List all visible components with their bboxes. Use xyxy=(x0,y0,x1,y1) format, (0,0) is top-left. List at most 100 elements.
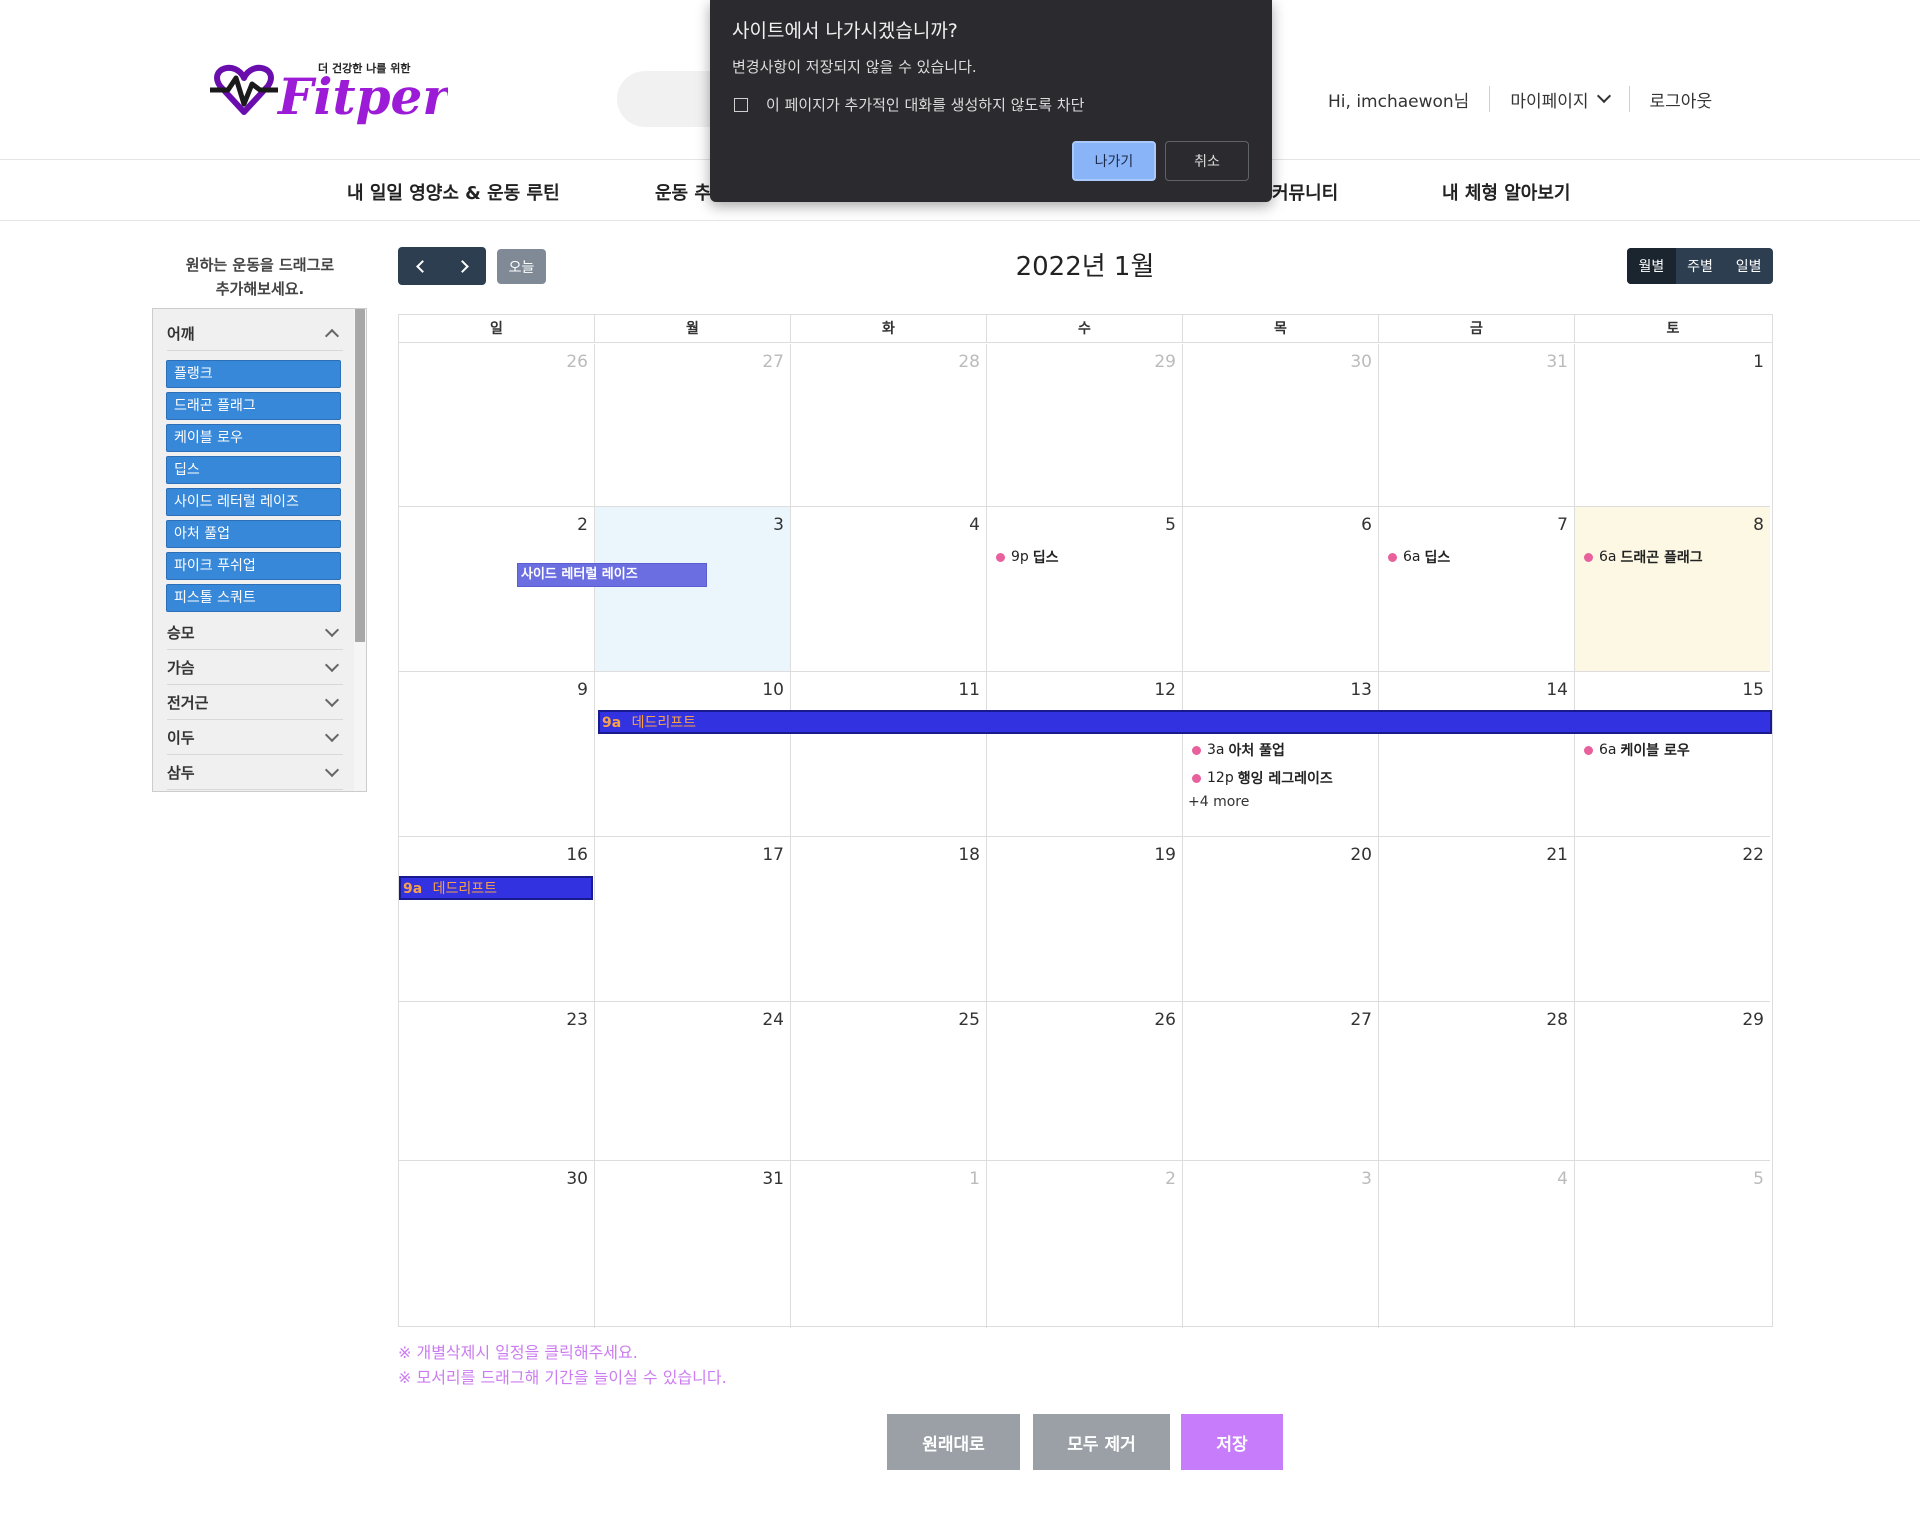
event-title: 드래곤 플래그 xyxy=(1620,550,1703,566)
calendar-day-cell[interactable]: 16 xyxy=(399,837,595,1002)
exercise-item[interactable]: 케이블 로우 xyxy=(166,424,341,452)
scrollbar-thumb[interactable] xyxy=(355,309,365,642)
day-number: 4 xyxy=(969,515,980,535)
calendar-day-cell[interactable]: 21 xyxy=(1379,837,1575,1002)
category-chest[interactable]: 가슴 xyxy=(167,651,343,685)
view-day-button[interactable]: 일별 xyxy=(1724,248,1773,284)
event-archer-pullup-13[interactable]: 3a 아처 풀업 xyxy=(1192,740,1285,760)
calendar-day-cell[interactable]: 22 xyxy=(1575,837,1770,1002)
nav-item-body-type[interactable]: 내 체형 알아보기 xyxy=(1442,179,1570,205)
calendar-day-cell[interactable]: 26 xyxy=(987,1002,1183,1161)
calendar-day-cell[interactable]: 6 xyxy=(1183,507,1379,672)
calendar-day-cell[interactable]: 31 xyxy=(1379,344,1575,507)
day-number: 6 xyxy=(1361,515,1372,535)
event-dragon-flag-8[interactable]: 6a 드래곤 플래그 xyxy=(1584,547,1703,567)
exercise-item[interactable]: 드래곤 플래그 xyxy=(166,392,341,420)
save-button[interactable]: 저장 xyxy=(1181,1414,1283,1470)
calendar-day-cell[interactable]: 12 xyxy=(987,672,1183,837)
nav-item-community[interactable]: 커뮤니티 xyxy=(1272,179,1338,205)
calendar-day-cell[interactable]: 4 xyxy=(1379,1161,1575,1328)
calendar-day-cell[interactable]: 8 xyxy=(1575,507,1770,672)
clear-all-button[interactable]: 모두 제거 xyxy=(1033,1414,1170,1470)
calendar-day-cell[interactable]: 19 xyxy=(987,837,1183,1002)
calendar-day-cell[interactable]: 4 xyxy=(791,507,987,672)
calendar-day-cell[interactable]: 24 xyxy=(595,1002,791,1161)
category-serratus[interactable]: 전거근 xyxy=(167,686,343,720)
calendar-day-cell[interactable]: 3 xyxy=(595,507,791,672)
event-time: 12p xyxy=(1207,770,1234,786)
calendar-day-cell[interactable]: 7 xyxy=(1379,507,1575,672)
checkbox-icon[interactable] xyxy=(734,97,748,112)
calendar-day-cell[interactable]: 2 xyxy=(987,1161,1183,1328)
calendar-day-cell[interactable]: 18 xyxy=(791,837,987,1002)
nav-item-daily-routine[interactable]: 내 일일 영양소 & 운동 루틴 xyxy=(347,179,560,205)
more-events-link[interactable]: +4 more xyxy=(1188,794,1249,810)
calendar-day-cell[interactable]: 25 xyxy=(791,1002,987,1161)
event-side-lateral-raise[interactable]: 사이드 레터럴 레이즈 xyxy=(517,563,707,587)
calendar-day-cell[interactable]: 26 xyxy=(399,344,595,507)
calendar-day-cell[interactable]: 17 xyxy=(595,837,791,1002)
category-triceps[interactable]: 삼두 xyxy=(167,756,343,790)
calendar-day-cell[interactable]: 14 xyxy=(1379,672,1575,837)
calendar-day-cell[interactable]: 31 xyxy=(595,1161,791,1328)
exercise-item[interactable]: 파이크 푸쉬업 xyxy=(166,552,341,580)
reset-button[interactable]: 원래대로 xyxy=(887,1414,1020,1470)
exercise-item[interactable]: 사이드 레터럴 레이즈 xyxy=(166,488,341,516)
event-dips-5[interactable]: 9p 딥스 xyxy=(996,547,1059,567)
calendar-day-cell[interactable]: 3 xyxy=(1183,1161,1379,1328)
calendar-day-cell[interactable]: 27 xyxy=(595,344,791,507)
cancel-button[interactable]: 취소 xyxy=(1165,141,1249,181)
calendar-day-cell[interactable]: 28 xyxy=(791,344,987,507)
logout-link[interactable]: 로그아웃 xyxy=(1650,87,1713,112)
calendar-day-cell[interactable]: 1 xyxy=(791,1161,987,1328)
event-dips-7[interactable]: 6a 딥스 xyxy=(1388,547,1450,567)
calendar-day-cell[interactable]: 1 xyxy=(1575,344,1770,507)
view-week-button[interactable]: 주별 xyxy=(1676,248,1725,284)
prev-month-button[interactable] xyxy=(398,247,442,285)
calendar-day-cell[interactable]: 27 xyxy=(1183,1002,1379,1161)
calendar-day-cell[interactable]: 5 xyxy=(1575,1161,1770,1328)
exercise-item[interactable]: 아처 풀업 xyxy=(166,520,341,548)
block-dialogs-checkbox[interactable]: 이 페이지가 추가적인 대화를 생성하지 않도록 차단 xyxy=(734,94,1084,115)
category-trapezius[interactable]: 승모 xyxy=(167,616,343,650)
calendar-day-cell[interactable]: 28 xyxy=(1379,1002,1575,1161)
fitper-logo-image: Fitper 더 건강한 나를 위한 xyxy=(210,61,452,126)
day-number: 20 xyxy=(1350,845,1372,865)
event-deadlift-week3[interactable]: 9a 데드리프트 xyxy=(598,710,1772,734)
calendar-day-cell[interactable]: 10 xyxy=(595,672,791,837)
today-button[interactable]: 오늘 xyxy=(497,249,546,284)
calendar-day-cell[interactable]: 23 xyxy=(399,1002,595,1161)
category-shoulder[interactable]: 어깨 xyxy=(167,317,343,351)
divider xyxy=(1489,86,1491,112)
event-hanging-leg-raise-13[interactable]: 12p 행잉 레그레이즈 xyxy=(1192,768,1333,788)
mypage-dropdown[interactable]: 마이페이지 xyxy=(1510,87,1611,112)
view-month-button[interactable]: 월별 xyxy=(1627,248,1676,284)
exercise-item[interactable]: 피스톨 스쿼트 xyxy=(166,584,341,612)
day-number: 27 xyxy=(1350,1010,1372,1030)
nav-item-exercise[interactable]: 운동 추 xyxy=(655,179,711,205)
leave-button[interactable]: 나가기 xyxy=(1072,141,1156,181)
calendar-day-cell[interactable]: 30 xyxy=(399,1161,595,1328)
calendar-day-cell[interactable]: 20 xyxy=(1183,837,1379,1002)
calendar-day-cell[interactable]: 9 xyxy=(399,672,595,837)
calendar-day-cell[interactable]: 29 xyxy=(1575,1002,1770,1161)
day-number: 2 xyxy=(577,515,588,535)
calendar-day-cell[interactable]: 11 xyxy=(791,672,987,837)
next-month-button[interactable] xyxy=(442,247,486,285)
event-cable-row-15[interactable]: 6a 케이블 로우 xyxy=(1584,740,1690,760)
exercise-item[interactable]: 딥스 xyxy=(166,456,341,484)
day-number: 27 xyxy=(762,352,784,372)
event-time: 9a xyxy=(403,881,423,897)
sidebar-scrollbar[interactable] xyxy=(354,309,366,791)
calendar-day-cell[interactable]: 5 xyxy=(987,507,1183,672)
calendar-day-cell[interactable]: 2 xyxy=(399,507,595,672)
event-deadlift-week4[interactable]: 9a 데드리프트 xyxy=(399,876,593,900)
fitper-logo[interactable]: Fitper 더 건강한 나를 위한 xyxy=(208,56,452,136)
day-number: 19 xyxy=(1154,845,1176,865)
event-title: 행잉 레그레이즈 xyxy=(1237,771,1333,787)
event-dot-icon xyxy=(1192,773,1201,783)
calendar-day-cell[interactable]: 30 xyxy=(1183,344,1379,507)
category-biceps[interactable]: 이두 xyxy=(167,721,343,755)
calendar-day-cell[interactable]: 29 xyxy=(987,344,1183,507)
exercise-item[interactable]: 플랭크 xyxy=(166,360,341,388)
